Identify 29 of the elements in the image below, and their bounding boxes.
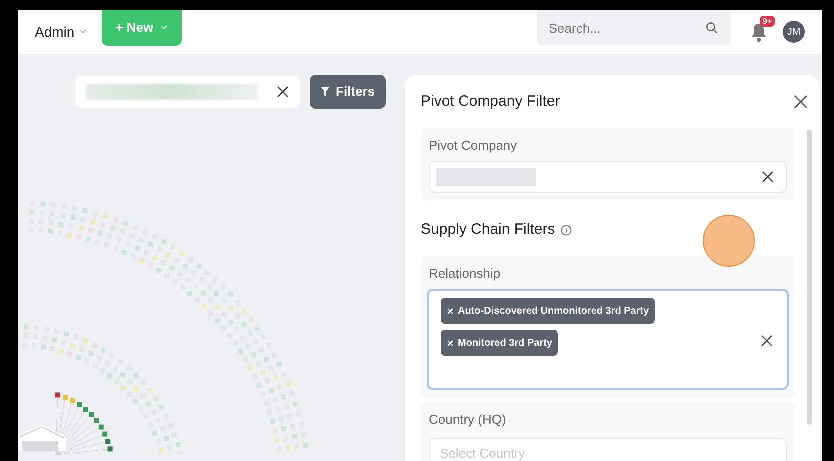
node-drawing (18, 423, 66, 451)
relationship-tag[interactable]: Monitored 3rd Party (441, 330, 558, 356)
chevron-icon (160, 25, 168, 31)
clear-icon[interactable] (761, 335, 773, 347)
pivot-company-field[interactable] (429, 161, 787, 193)
search-icon (706, 22, 718, 34)
remove-icon[interactable] (447, 340, 454, 346)
notification-badge: 9+ (760, 16, 775, 26)
relationship-tag[interactable]: Auto-Discovered Unmonitored 3rd Party (441, 298, 656, 324)
field-label: Country (HQ) (429, 411, 508, 429)
filters-button[interactable]: Filters (310, 75, 386, 109)
scrollbar[interactable] (807, 130, 812, 424)
search-field[interactable]: Search... (536, 10, 730, 46)
field-label: Relationship (428, 264, 502, 283)
user-avatar[interactable]: JM (783, 21, 805, 43)
field-label: Pivot Company (429, 136, 518, 155)
workspace-dropdown[interactable]: Admin (35, 22, 87, 42)
company-search-field[interactable] (75, 76, 300, 108)
relationship-field[interactable]: Auto-Discovered Unmonitored 3rd Party Monitored 3rd Party (427, 289, 789, 390)
chevron-icon (78, 29, 87, 35)
country-field[interactable]: Select Country (429, 438, 787, 461)
funnel-icon (321, 87, 330, 97)
clear-icon[interactable] (762, 171, 774, 183)
close-icon[interactable] (794, 95, 808, 110)
info-icon[interactable] (561, 224, 572, 236)
panel-title: Pivot Company Filter (421, 92, 560, 112)
section-title: Supply Chain Filters (421, 220, 556, 240)
clear-icon[interactable] (277, 86, 289, 98)
remove-icon[interactable] (447, 308, 454, 314)
